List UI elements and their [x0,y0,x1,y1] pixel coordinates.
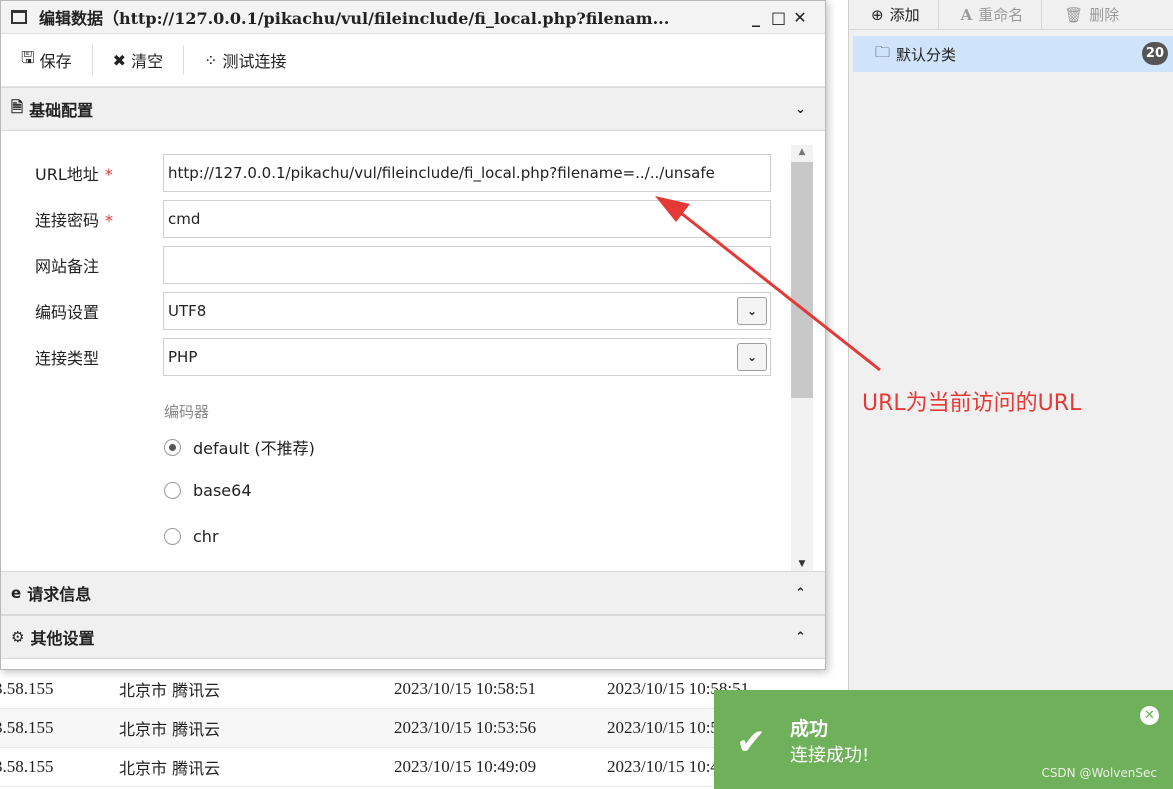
success-toast: ✔ 成功 连接成功! ✕ CSDN @WolvenSec [714,690,1173,789]
annotation-text: URL为当前访问的URL [862,391,1082,416]
toast-title: 成功 [790,718,829,740]
checkmark-icon: ✔ [736,722,767,763]
watermark: CSDN @WolvenSec [1041,766,1157,780]
close-icon[interactable]: ✕ [1140,706,1159,725]
toast-message: 连接成功! [790,745,870,766]
